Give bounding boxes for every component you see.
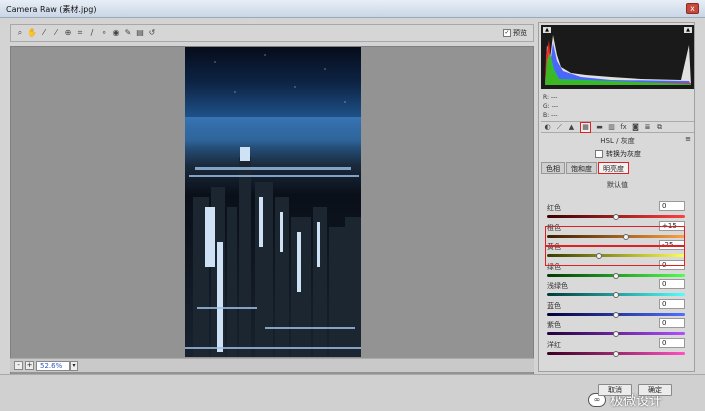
city-night-photo	[185, 47, 361, 357]
slider-thumb[interactable]	[613, 350, 619, 357]
zoom-level[interactable]: 52.6%	[36, 361, 70, 371]
target-adjust-icon[interactable]: ⊕	[63, 28, 73, 38]
cancel-button[interactable]: 取消	[598, 384, 632, 396]
slider-label: 蓝色	[547, 301, 561, 310]
city-skyline-graphic	[185, 54, 361, 357]
slider-value-input[interactable]: 0	[659, 298, 685, 309]
graduated-filter-icon[interactable]: ▤	[135, 28, 145, 38]
close-icon[interactable]: x	[686, 3, 699, 14]
orange-highlight-box	[545, 226, 685, 246]
split-toning-tab-icon[interactable]: ▬	[595, 123, 604, 132]
snapshots-tab-icon[interactable]: ⧉	[655, 123, 664, 132]
slider-thumb[interactable]	[613, 214, 619, 220]
camera-raw-dialog: ⌕ ✋ ⁄ ⁄ ⊕ ⌗ ∕ ∘ ◉ ✎ ▤ ↺ ✓ 预览 - + 52.6% ▾…	[0, 18, 705, 411]
adjustment-panel: ▲ ▲ R: --- G: --- B: --- ◐ ⟋ ▲ ▦ ▬ ▥ fx …	[538, 22, 695, 372]
slider-thumb[interactable]	[613, 331, 619, 337]
straighten-icon[interactable]: ∕	[87, 28, 97, 38]
spot-removal-icon[interactable]: ∘	[99, 28, 109, 38]
zoom-out-button[interactable]: -	[14, 361, 23, 370]
highlight-clip-icon[interactable]: ▲	[684, 27, 692, 33]
slider-thumb[interactable]	[613, 311, 619, 318]
camera-calibration-tab-icon[interactable]: ◙	[631, 123, 640, 132]
hsl-subtabs: 色相 饱和度 明亮度	[541, 162, 630, 174]
preview-checkbox[interactable]: ✓	[503, 29, 511, 37]
panel-menu-icon[interactable]: ≡	[685, 135, 691, 143]
yellow-highlight-box	[545, 246, 685, 266]
slider-value-input[interactable]: 0	[659, 279, 685, 289]
tab-saturation[interactable]: 饱和度	[566, 162, 597, 174]
red-eye-icon[interactable]: ◉	[111, 28, 121, 38]
blue-readout: B: ---	[543, 112, 558, 119]
grayscale-label: 转换为灰度	[606, 150, 641, 158]
effects-tab-icon[interactable]: fx	[619, 123, 628, 132]
panel-icon-tabs: ◐ ⟋ ▲ ▦ ▬ ▥ fx ◙ ≣ ⧉	[541, 121, 694, 133]
zoom-dropdown-icon[interactable]: ▾	[70, 361, 78, 371]
zoom-icon[interactable]: ⌕	[15, 28, 25, 38]
rgb-readout: R: --- G: --- B: ---	[543, 93, 558, 120]
detail-tab-icon[interactable]: ▲	[567, 123, 576, 132]
toolbar: ⌕ ✋ ⁄ ⁄ ⊕ ⌗ ∕ ∘ ◉ ✎ ▤ ↺ ✓ 预览	[10, 24, 534, 42]
green-readout: G: ---	[543, 103, 559, 110]
lens-tab-icon[interactable]: ▥	[607, 123, 616, 132]
slider-value-input[interactable]: 0	[659, 337, 685, 348]
grayscale-checkbox[interactable]	[595, 150, 603, 158]
slider-label: 红色	[547, 204, 561, 212]
default-link[interactable]: 默认值	[539, 180, 696, 190]
histogram-graphic	[545, 35, 691, 85]
slider-thumb[interactable]	[613, 292, 619, 298]
slider-label: 洋红	[547, 340, 561, 349]
status-bar: - + 52.6% ▾	[10, 358, 534, 372]
red-readout: R: ---	[543, 94, 558, 101]
slider-label: 紫色	[547, 321, 561, 329]
tab-hue[interactable]: 色相	[541, 162, 565, 174]
title-bar: Camera Raw (素材.jpg) x	[0, 0, 705, 18]
image-canvas[interactable]	[10, 46, 534, 376]
white-balance-icon[interactable]: ⁄	[39, 28, 49, 38]
window-title: Camera Raw (素材.jpg)	[6, 5, 97, 14]
presets-tab-icon[interactable]: ≣	[643, 123, 652, 132]
ok-button[interactable]: 确定	[638, 384, 672, 396]
section-title: HSL / 灰度	[600, 137, 635, 145]
basic-tab-icon[interactable]: ◐	[543, 123, 552, 132]
slider-value-input[interactable]: 0	[659, 201, 685, 211]
convert-grayscale-toggle[interactable]: 转换为灰度	[595, 149, 641, 159]
hand-icon[interactable]: ✋	[27, 28, 37, 38]
slider-label: 浅绿色	[547, 282, 568, 290]
adjust-brush-icon[interactable]: ✎	[123, 28, 133, 38]
preview-label: 预览	[513, 29, 527, 37]
zoom-in-button[interactable]: +	[25, 361, 34, 370]
rotate-icon[interactable]: ↺	[147, 28, 157, 38]
tone-curve-tab-icon[interactable]: ⟋	[555, 123, 564, 132]
histogram: ▲ ▲	[541, 25, 694, 89]
slider-value-input[interactable]: 0	[659, 318, 685, 328]
color-sampler-icon[interactable]: ⁄	[51, 28, 61, 38]
crop-icon[interactable]: ⌗	[75, 28, 85, 38]
tab-luminance[interactable]: 明亮度	[598, 162, 629, 174]
preview-toggle[interactable]: ✓ 预览	[503, 28, 527, 38]
shadow-clip-icon[interactable]: ▲	[543, 27, 551, 33]
hsl-tab-icon[interactable]: ▦	[580, 122, 591, 133]
slider-thumb[interactable]	[613, 272, 619, 279]
slider-row: 洋红 0	[547, 337, 685, 360]
